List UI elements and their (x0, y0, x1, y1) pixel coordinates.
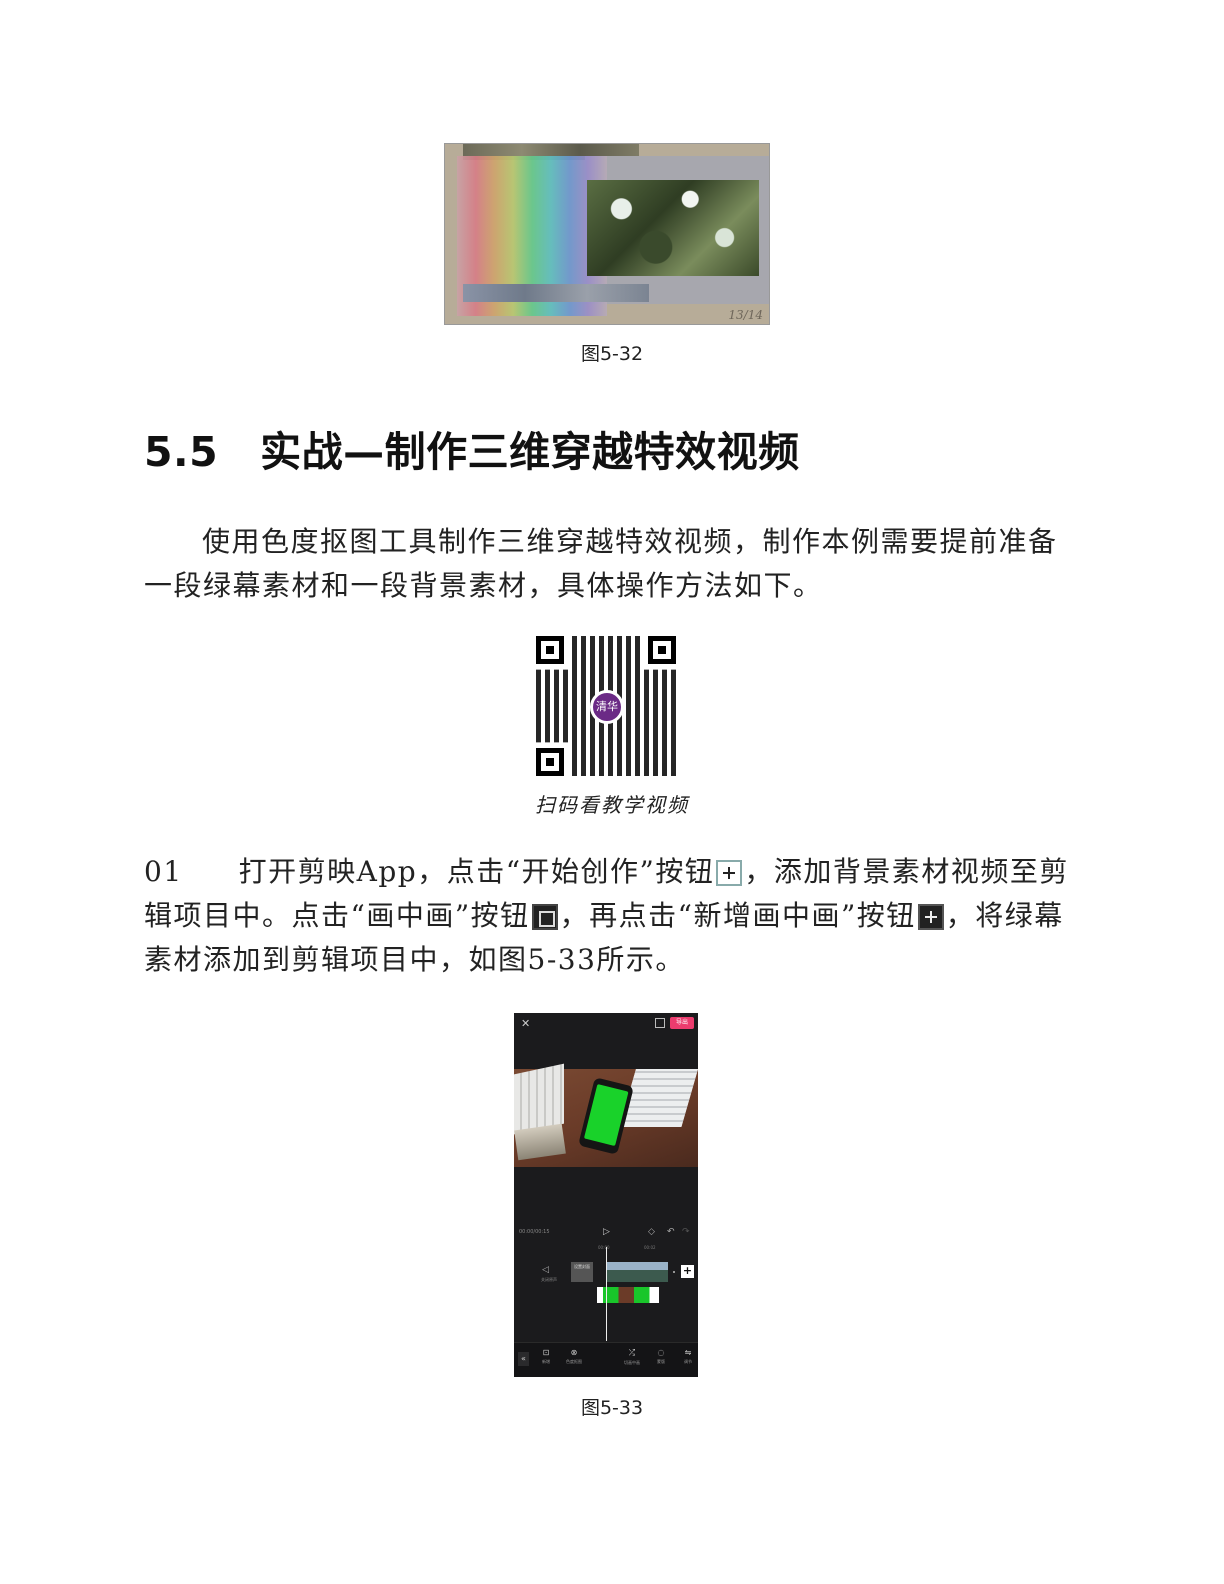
figure-5-33-app-screenshot: ✕ 导出 00:00/00:15 ▷ ◇ ↶ ↷ 00:00 00:02 ◁ 关… (514, 1013, 698, 1377)
intro-paragraph: 使用色度抠图工具制作三维穿越特效视频，制作本例需要提前准备一段绿幕素材和一段背景… (144, 525, 1058, 602)
qr-code[interactable]: 清华 (536, 636, 676, 776)
tool-label: 色度抠图 (566, 1359, 582, 1364)
undo-icon[interactable]: ↶ (667, 1227, 675, 1237)
keyboard-image (619, 1069, 698, 1127)
tool-mask[interactable]: ◌ 蒙版 (651, 1348, 671, 1365)
picture-in-picture-icon (531, 904, 558, 930)
ruler-mark: 00:02 (644, 1245, 656, 1250)
redo-icon[interactable]: ↷ (682, 1227, 690, 1237)
step-number: 01 (144, 855, 183, 888)
switch-icon: ⤮ (628, 1348, 636, 1357)
qr-finder-top-right (648, 636, 676, 664)
tool-label: 切画中画 (624, 1360, 640, 1365)
app-top-bar: ✕ 导出 (514, 1013, 698, 1035)
tool-chroma-key[interactable]: ⊗ 色度抠图 (564, 1348, 584, 1365)
add-pip-icon (917, 904, 944, 930)
close-icon[interactable]: ✕ (521, 1017, 530, 1030)
playhead[interactable] (606, 1247, 607, 1341)
adjust-icon: ⇋ (684, 1348, 692, 1357)
page-number-overlay: 13/14 (728, 308, 763, 322)
fullscreen-icon[interactable] (655, 1018, 665, 1028)
forest-photo (587, 180, 759, 276)
tool-adjust[interactable]: ⇋ 调节 (678, 1348, 698, 1365)
notebook-image (514, 1123, 566, 1161)
add-clip-button[interactable]: + (681, 1265, 694, 1278)
export-button[interactable]: 导出 (670, 1017, 694, 1029)
qr-logo-icon: 清华 (590, 690, 624, 724)
qr-finder-top-left (536, 636, 564, 664)
new-icon: ⊡ (542, 1348, 550, 1357)
play-icon[interactable]: ▷ (603, 1227, 610, 1237)
section-title: 实战—制作三维穿越特效视频 (260, 428, 800, 476)
set-cover-button[interactable]: 设置封面 (571, 1262, 593, 1282)
green-screen-phone-image (578, 1077, 634, 1155)
tool-label: 蒙版 (657, 1359, 665, 1364)
mute-label: 关闭原声 (541, 1277, 557, 1282)
step-01-paragraph: 01 打开剪映App，点击“开始创作”按钮 ，添加背景素材视频至剪辑项目中。点击“画… (144, 850, 1074, 982)
playback-controls: 00:00/00:15 ▷ ◇ ↶ ↷ (514, 1223, 698, 1243)
photo-strip-bottom (463, 284, 649, 302)
tool-new[interactable]: ⊡ 新增 (536, 1348, 556, 1365)
video-preview (514, 1063, 698, 1167)
qr-finder-bottom-left (536, 748, 564, 776)
ruler-mark: 00:00 (598, 1245, 610, 1250)
tool-label: 新增 (542, 1359, 550, 1364)
plus-icon (716, 860, 743, 886)
collapse-icon[interactable]: « (518, 1352, 529, 1366)
keyframe-icon[interactable]: ◇ (648, 1227, 655, 1237)
tool-switch-pip[interactable]: ⤮ 切画中画 (622, 1348, 642, 1366)
mask-icon: ◌ (657, 1348, 665, 1357)
section-number: 5.5 (144, 428, 219, 476)
speaker-icon[interactable]: ◁ (542, 1265, 549, 1275)
qr-caption: 扫码看教学视频 (535, 793, 689, 817)
step-text-part1: 打开剪映App，点击“开始创作”按钮 (238, 855, 715, 888)
section-heading: 5.5 实战—制作三维穿越特效视频 (144, 418, 800, 478)
figure-caption-5-32: 图5-32 (580, 343, 644, 365)
track-dot (673, 1271, 675, 1273)
step-text-part3: ，再点击“新增画中画”按钮 (559, 899, 916, 932)
timecode: 00:00/00:15 (519, 1229, 550, 1235)
bottom-toolbar: « ⊡ 新增 ⊗ 色度抠图 ⤮ 切画中画 ◌ 蒙版 ⇋ 调节 (514, 1342, 698, 1377)
figure-5-32-image: 13/14 (444, 143, 770, 325)
figure-caption-5-33: 图5-33 (580, 1397, 644, 1419)
tool-label: 调节 (684, 1359, 692, 1364)
timeline-ruler: 00:00 00:02 (598, 1245, 698, 1251)
chroma-key-icon: ⊗ (570, 1348, 578, 1357)
main-video-track[interactable] (606, 1262, 668, 1282)
